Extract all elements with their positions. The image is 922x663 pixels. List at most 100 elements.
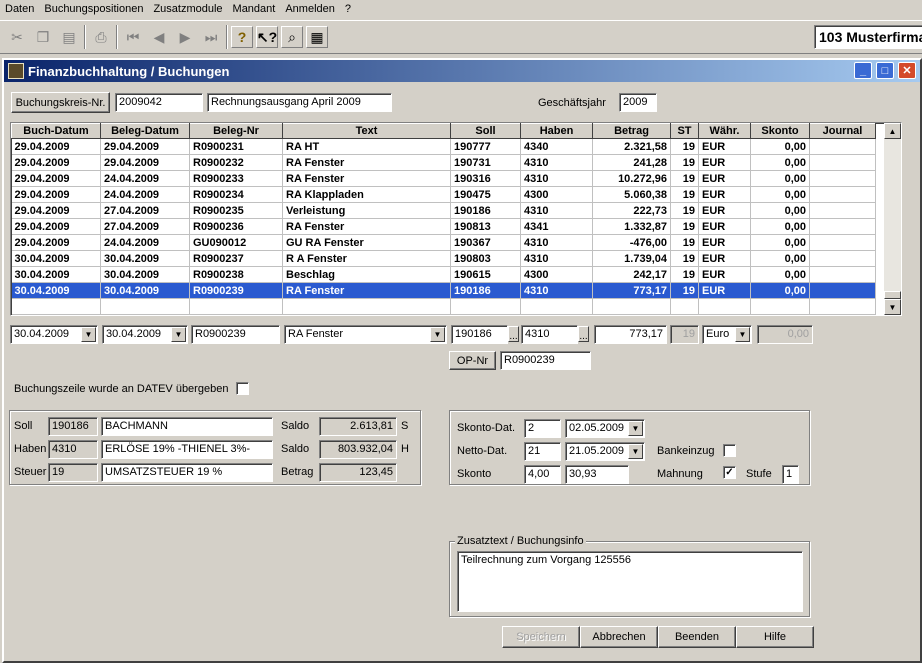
menu-daten[interactable]: Daten — [0, 0, 39, 15]
waehrung-combo[interactable]: Euro ▼ — [702, 325, 752, 344]
dropdown-arrow-icon[interactable]: ▼ — [735, 327, 750, 342]
column-header[interactable]: Text — [282, 123, 451, 139]
search-icon[interactable]: ⌕ — [281, 26, 303, 48]
dropdown-arrow-icon[interactable]: ▼ — [430, 327, 445, 342]
buch-datum-combo[interactable]: 30.04.2009 ▼ — [10, 325, 98, 344]
cut-icon[interactable]: ✂ — [6, 26, 28, 48]
op-nr-button[interactable]: OP-Nr — [449, 351, 496, 370]
column-header[interactable]: ST — [670, 123, 699, 139]
table-cell: 4300 — [520, 186, 593, 203]
table-cell: 24.04.2009 — [100, 186, 190, 203]
dropdown-arrow-icon[interactable]: ▼ — [628, 444, 643, 459]
table-row[interactable]: 30.04.2009 30.04.2009 R0900237 R A Fenster 1… — [11, 250, 876, 267]
stufe-field[interactable]: 1 — [782, 465, 799, 484]
netto-days-field[interactable]: 21 — [524, 442, 561, 461]
table-cell: R0900238 — [189, 266, 283, 283]
table-cell: 190475 — [450, 186, 521, 203]
help-icon[interactable]: ? — [231, 26, 253, 48]
buchungskreis-button[interactable]: Buchungskreis-Nr. — [11, 92, 110, 113]
menu-mandant[interactable]: Mandant — [228, 0, 281, 15]
first-record-icon[interactable]: ⏮ — [122, 26, 144, 48]
last-record-icon[interactable]: ⏭ — [200, 26, 222, 48]
datev-checkbox[interactable] — [236, 382, 249, 395]
soll-lookup-button[interactable]: ... — [508, 326, 519, 342]
zusatztext-textarea[interactable]: Teilrechnung zum Vorgang 125556 — [457, 551, 803, 612]
steuer-name: UMSATZSTEUER 19 % — [101, 463, 273, 482]
maximize-icon[interactable]: □ — [876, 62, 894, 79]
table-row[interactable]: 29.04.2009 29.04.2009 R0900232 RA Fenster 19… — [11, 154, 876, 171]
op-nr-field[interactable]: R0900239 — [500, 351, 591, 370]
menu-buchungspositionen[interactable]: Buchungspositionen — [39, 0, 148, 15]
previous-record-icon[interactable]: ◀ — [148, 26, 170, 48]
calculator-icon[interactable]: ▦ — [306, 26, 328, 48]
column-header[interactable]: Betrag — [592, 123, 671, 139]
table-cell: EUR — [698, 282, 751, 299]
text-combo[interactable]: RA Fenster ▼ — [284, 325, 447, 344]
betrag-label: Betrag — [281, 466, 314, 478]
table-cell — [809, 298, 876, 315]
dropdown-arrow-icon[interactable]: ▼ — [81, 327, 96, 342]
skonto-days-field[interactable]: 2 — [524, 419, 561, 438]
table-cell — [592, 298, 671, 315]
column-header[interactable]: Buch-Datum — [11, 123, 101, 139]
cancel-button[interactable]: Abbrechen — [580, 626, 658, 648]
next-record-icon[interactable]: ▶ — [174, 26, 196, 48]
menu-zusatzmodule[interactable]: Zusatzmodule — [148, 0, 227, 15]
menu-help[interactable]: ? — [340, 0, 356, 15]
table-row[interactable]: 30.04.2009 30.04.2009 R0900239 RA Fenster 19… — [11, 282, 876, 299]
table-row[interactable]: 29.04.2009 24.04.2009 GU090012 GU RA Fenste… — [11, 234, 876, 251]
datev-label: Buchungszeile wurde an DATEV übergeben — [14, 383, 229, 395]
buchungskreis-field[interactable]: 2009042 — [115, 93, 203, 112]
skonto-date-combo[interactable]: 02.05.2009 ▼ — [565, 419, 645, 438]
bookings-table[interactable]: Buch-Datum Beleg-Datum Beleg-Nr Text Soll Hab… — [10, 122, 902, 316]
scroll-thumb[interactable] — [884, 291, 901, 299]
context-help-icon[interactable]: ↖? — [256, 26, 278, 48]
column-header[interactable]: Journal — [809, 123, 876, 139]
column-header[interactable]: Währ. — [698, 123, 751, 139]
table-cell: RA Fenster — [282, 218, 451, 235]
table-row[interactable]: 29.04.2009 24.04.2009 R0900234 RA Klapplade… — [11, 186, 876, 203]
haben-lookup-button[interactable]: ... — [578, 326, 589, 342]
netto-date-combo[interactable]: 21.05.2009 ▼ — [565, 442, 645, 461]
column-header[interactable]: Beleg-Nr — [189, 123, 283, 139]
paste-icon[interactable]: ▤ — [58, 26, 80, 48]
table-row[interactable]: 30.04.2009 30.04.2009 R0900238 Beschlag 1906… — [11, 266, 876, 283]
dropdown-arrow-icon[interactable]: ▼ — [171, 327, 186, 342]
table-row[interactable]: 29.04.2009 27.04.2009 R0900236 RA Fenster 19… — [11, 218, 876, 235]
help-button[interactable]: Hilfe — [736, 626, 814, 648]
save-button[interactable]: Speichern — [502, 626, 580, 648]
mahnung-checkbox[interactable]: ✓ — [723, 466, 736, 479]
dropdown-arrow-icon[interactable]: ▼ — [628, 421, 643, 436]
table-scrollbar[interactable]: ▲ ▼ — [884, 123, 901, 315]
beleg-datum-combo[interactable]: 30.04.2009 ▼ — [102, 325, 188, 344]
column-header[interactable]: Skonto — [750, 123, 810, 139]
close-icon[interactable]: ✕ — [898, 62, 916, 79]
menu-anmelden[interactable]: Anmelden — [280, 0, 340, 15]
betrag-field[interactable]: 773,17 — [594, 325, 667, 344]
print-icon[interactable]: ⎙ — [90, 26, 112, 48]
table-row[interactable]: 29.04.2009 24.04.2009 R0900233 RA Fenster 19… — [11, 170, 876, 187]
scroll-down-icon[interactable]: ▼ — [884, 299, 901, 315]
table-row[interactable]: 29.04.2009 27.04.2009 R0900235 Verleistung 1… — [11, 202, 876, 219]
scroll-up-icon[interactable]: ▲ — [884, 123, 901, 139]
company-selector[interactable]: 103 Musterfirma — [814, 25, 922, 49]
soll-field[interactable]: 190186 — [451, 325, 508, 344]
bankeinzug-checkbox[interactable] — [723, 444, 736, 457]
table-row[interactable]: 29.04.2009 29.04.2009 R0900231 RA HT 190777 4… — [11, 138, 876, 155]
skonto-percent-field[interactable]: 4,00 — [524, 465, 561, 484]
geschaeftsjahr-field[interactable]: 2009 — [619, 93, 657, 112]
haben-field[interactable]: 4310 — [521, 325, 578, 344]
column-header[interactable]: Beleg-Datum — [100, 123, 190, 139]
column-header[interactable]: Soll — [450, 123, 521, 139]
skonto-amount-field[interactable]: 30,93 — [565, 465, 629, 484]
exit-button[interactable]: Beenden — [658, 626, 736, 648]
minimize-icon[interactable]: _ — [854, 62, 872, 79]
table-row-empty[interactable] — [11, 298, 876, 315]
column-header[interactable]: Haben — [520, 123, 593, 139]
beleg-nr-field[interactable]: R0900239 — [191, 325, 280, 344]
copy-icon[interactable]: ❐ — [32, 26, 54, 48]
table-cell: EUR — [698, 266, 751, 283]
table-cell — [809, 170, 876, 187]
table-cell: Verleistung — [282, 202, 451, 219]
description-field[interactable]: Rechnungsausgang April 2009 — [207, 93, 392, 112]
